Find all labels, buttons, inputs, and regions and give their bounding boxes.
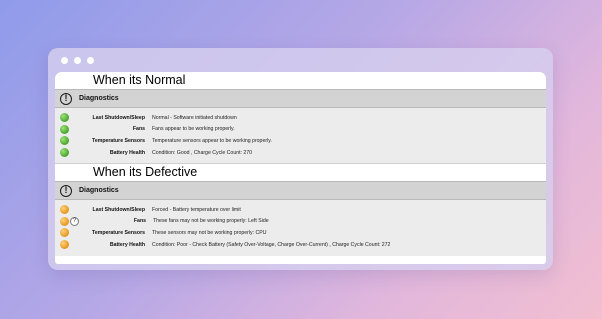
row-value: These fans may not be working properly: … — [153, 218, 269, 225]
row-label: Battery Health — [109, 149, 145, 156]
defective-heading: When its Defective — [55, 163, 546, 181]
green-dot-icon — [60, 136, 69, 146]
window-minimize-button[interactable] — [74, 57, 81, 64]
exclamation-circle-icon: ! — [60, 184, 72, 197]
row-value: Temperature sensors appear to be working… — [152, 137, 272, 144]
row-label: Fans — [132, 126, 145, 133]
diagnostics-title: Diagnostics — [79, 187, 119, 194]
exclamation-circle-icon: ! — [60, 92, 72, 105]
diagnostics-title: Diagnostics — [79, 95, 119, 102]
row-label: Battery Health — [109, 241, 145, 248]
orange-dot-icon — [60, 216, 69, 226]
diagnostic-row-battery-health: Battery Health Condition: Poor - Check B… — [55, 239, 546, 251]
orange-dot-icon — [60, 240, 69, 250]
normal-diagnostics-header: ! Diagnostics — [55, 89, 546, 108]
diagnostic-row-last-shutdown: Last Shutdown/Sleep Forced - Battery tem… — [55, 204, 546, 216]
row-label: Temperature Sensors — [92, 229, 145, 236]
row-value: Fans appear to be working properly. — [152, 126, 235, 133]
row-value: Normal - Software initiated shutdown — [152, 114, 237, 121]
row-value: These sensors may not be working properl… — [152, 229, 267, 236]
diagnostic-row-last-shutdown: Last Shutdown/Sleep Normal - Software in… — [55, 112, 546, 124]
green-dot-icon — [60, 124, 69, 134]
app-window: When its Normal ! Diagnostics Last Shutd… — [48, 48, 553, 270]
row-label: Last Shutdown/Sleep — [92, 206, 145, 213]
row-value: Forced - Battery temperature over limit — [152, 206, 241, 213]
window-close-button[interactable] — [61, 57, 68, 64]
content-sheet: When its Normal ! Diagnostics Last Shutd… — [55, 72, 546, 264]
row-value: Condition: Good , Charge Cycle Count: 27… — [152, 149, 253, 156]
defective-diagnostics-list: Last Shutdown/Sleep Forced - Battery tem… — [55, 200, 546, 256]
diagnostic-row-temperature-sensors: Temperature Sensors These sensors may no… — [55, 227, 546, 239]
orange-dot-icon — [60, 205, 69, 215]
diagnostic-row-temperature-sensors: Temperature Sensors Temperature sensors … — [55, 135, 546, 147]
row-label: Temperature Sensors — [92, 137, 145, 144]
orange-dot-icon — [60, 228, 69, 238]
window-zoom-button[interactable] — [87, 57, 94, 64]
diagnostic-row-fans: Fans Fans appear to be working properly. — [55, 124, 546, 136]
diagnostic-row-fans: ? Fans These fans may not be working pro… — [55, 216, 546, 228]
row-label: Last Shutdown/Sleep — [92, 114, 145, 121]
diagnostic-row-battery-health: Battery Health Condition: Good , Charge … — [55, 147, 546, 159]
row-label: Fans — [133, 218, 146, 225]
green-dot-icon — [60, 148, 69, 158]
row-value: Condition: Poor - Check Battery (Safety … — [152, 241, 391, 248]
defective-diagnostics-header: ! Diagnostics — [55, 181, 546, 200]
window-controls — [61, 57, 94, 64]
normal-heading: When its Normal — [55, 72, 546, 89]
normal-diagnostics-list: Last Shutdown/Sleep Normal - Software in… — [55, 108, 546, 163]
question-mark-icon[interactable]: ? — [70, 216, 79, 226]
green-dot-icon — [60, 113, 69, 123]
